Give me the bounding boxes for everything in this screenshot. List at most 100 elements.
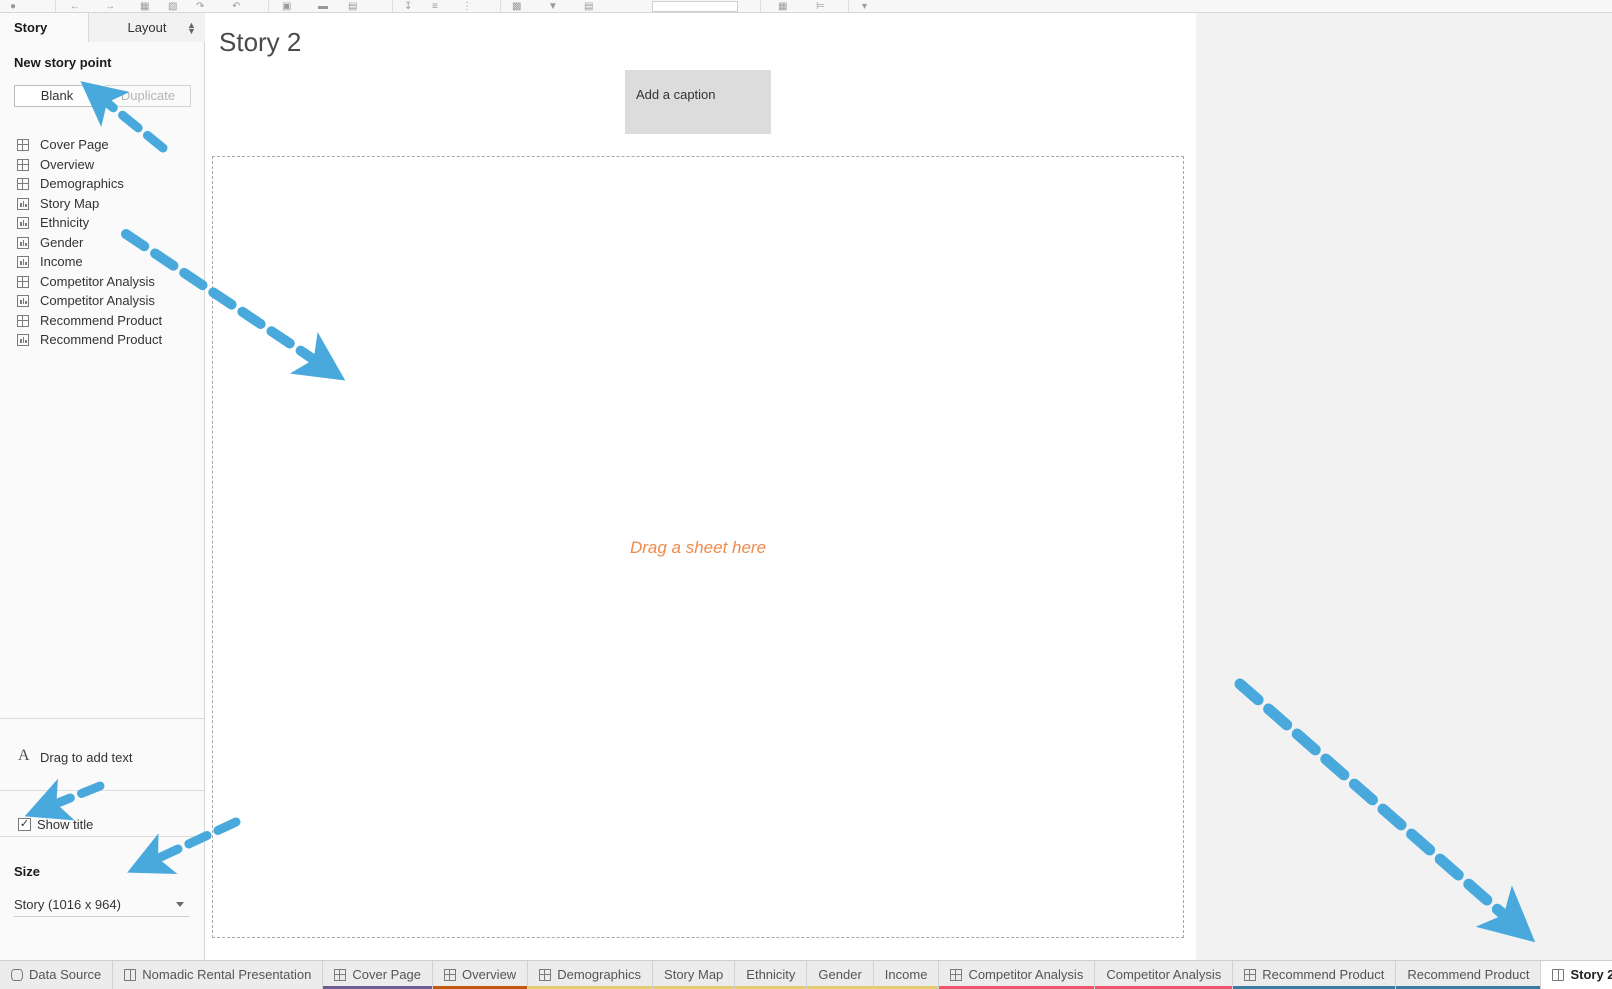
tab-label: Cover Page xyxy=(352,967,422,982)
drag-to-add-text-row[interactable]: A Drag to add text xyxy=(0,731,204,784)
page-title: Story 2 xyxy=(219,27,302,57)
worksheet-tabbar[interactable]: Data Source Nomadic Rental Presentation Co… xyxy=(0,960,1612,989)
chevron-down-icon xyxy=(176,902,184,907)
dashboard-icon xyxy=(17,139,29,151)
dashboard-icon xyxy=(539,969,552,981)
dashboard-icon xyxy=(17,158,29,171)
show-title-row[interactable]: ✓ Show title xyxy=(0,803,204,849)
tab-recommend-product[interactable]: Recommend Product xyxy=(1233,961,1397,989)
tab-story-map[interactable]: Story Map xyxy=(653,961,736,989)
dashboard-icon xyxy=(17,178,29,190)
tab-layout-label: Layout xyxy=(127,20,167,35)
worksheet-icon xyxy=(17,334,29,346)
tableau-story-window: ● ← → ▦ ▧ ↷ ↶ ▣ ▬ ▤ ↧ ≡ ⋮ ▩ ▼ ▤ ▦ ⊨ ▾ St… xyxy=(0,0,1612,989)
caption-placeholder-text: Add a caption xyxy=(636,87,716,102)
size-dropdown-value: Story (1016 x 964) xyxy=(14,897,121,912)
tab-demographics[interactable]: Demographics xyxy=(528,961,654,989)
tab-overview[interactable]: Overview xyxy=(433,961,529,989)
sheet-list-item-label: Gender xyxy=(40,234,84,250)
tab-label: Competitor Analysis xyxy=(1106,967,1222,982)
show-title-checkbox[interactable]: ✓ xyxy=(18,818,31,831)
sheet-list-item[interactable]: Income xyxy=(0,252,204,272)
story-icon xyxy=(124,969,137,981)
sheet-list-item-label: Competitor Analysis xyxy=(40,273,155,289)
tab-label: Story Map xyxy=(664,967,724,982)
drag-to-add-text-label: Drag to add text xyxy=(40,750,133,765)
sheet-list-item[interactable]: Recommend Product xyxy=(0,311,204,331)
blank-button[interactable]: Blank xyxy=(14,85,100,107)
dropzone-hint: Drag a sheet here xyxy=(629,538,767,557)
dashboard-icon xyxy=(17,314,29,327)
size-dropdown[interactable]: Story (1016 x 964) xyxy=(14,893,190,917)
tab-competitor-analysis[interactable]: Competitor Analysis xyxy=(939,961,1096,989)
duplicate-button-label: Duplicate xyxy=(120,88,176,103)
tab-story-label: Story xyxy=(14,20,48,35)
story-canvas[interactable]: Story 2 Add a caption Drag a sheet here xyxy=(205,13,1196,960)
tab-label: Income xyxy=(884,967,928,982)
data-source-icon xyxy=(11,969,23,981)
sheet-list-item[interactable]: Competitor Analysis xyxy=(0,291,204,311)
tab-label: Recommend Product xyxy=(1407,967,1530,982)
dashboard-icon xyxy=(17,275,29,288)
tab-label: Competitor Analysis xyxy=(968,967,1084,982)
tab-competitor-analysis[interactable]: Competitor Analysis xyxy=(1095,961,1234,989)
tab-recommend-product[interactable]: Recommend Product xyxy=(1396,961,1542,989)
sidebar-divider-2 xyxy=(0,790,204,791)
sheet-list-item[interactable]: Competitor Analysis xyxy=(0,272,204,292)
story-workspace: Story 2 Add a caption Drag a sheet here xyxy=(205,13,1612,960)
sheet-list-item-label: Demographics xyxy=(40,176,124,191)
sheet-list-item[interactable]: Demographics xyxy=(0,174,204,194)
dashboard-icon xyxy=(444,969,457,981)
duplicate-button[interactable]: Duplicate xyxy=(105,85,191,107)
sheet-list-item[interactable]: Ethnicity xyxy=(0,213,204,233)
tab-nomadic-rental-presentation[interactable]: Nomadic Rental Presentation xyxy=(113,961,324,989)
sidebar-tabs: Story Layout ▲ ▼ xyxy=(0,13,205,42)
sheet-list-item-label: Ethnicity xyxy=(40,215,90,230)
worksheet-icon xyxy=(17,236,29,249)
tab-label: Data Source xyxy=(29,967,102,982)
tab-layout[interactable]: Layout ▲ ▼ xyxy=(88,13,205,42)
tab-data-source[interactable]: Data Source xyxy=(0,961,114,989)
tab-story[interactable]: Story xyxy=(0,13,88,42)
story-icon xyxy=(1552,969,1565,981)
tab-gender[interactable]: Gender xyxy=(807,961,874,989)
sheet-list-item[interactable]: Recommend Product xyxy=(0,330,204,350)
text-glyph-icon: A xyxy=(18,747,30,764)
show-title-label: Show title xyxy=(37,817,94,832)
tab-story-2[interactable]: Story 2 xyxy=(1541,961,1612,989)
sheet-list-item-label: Recommend Product xyxy=(40,332,163,347)
tab-income[interactable]: Income xyxy=(873,961,940,989)
tab-cover-page[interactable]: Cover Page xyxy=(323,961,434,989)
sheet-list-item-label: Overview xyxy=(40,156,95,172)
worksheet-icon xyxy=(17,295,29,307)
tab-label: Story 2 xyxy=(1570,967,1612,982)
tab-ethnicity[interactable]: Ethnicity xyxy=(735,961,808,989)
tab-label: Nomadic Rental Presentation xyxy=(142,967,312,982)
dashboard-icon xyxy=(334,969,347,981)
dashboard-icon xyxy=(1244,969,1257,981)
tab-label: Recommend Product xyxy=(1262,967,1385,982)
sidebar-divider-3 xyxy=(0,836,204,837)
sheet-list-item[interactable]: Story Map xyxy=(0,194,204,214)
sheet-list-item[interactable]: Overview xyxy=(0,155,204,175)
story-sidebar: Story Layout ▲ ▼ New story point Blank Du… xyxy=(0,13,205,960)
size-heading: Size xyxy=(14,864,41,879)
spinner-icon: ▲ ▼ xyxy=(187,20,196,36)
tab-label: Gender xyxy=(818,967,862,982)
worksheet-icon xyxy=(17,256,29,268)
dashboard-icon xyxy=(950,969,963,981)
tab-label: Demographics xyxy=(557,967,642,982)
sheet-list: Cover Page Overview Demographics Story Map E… xyxy=(0,135,204,350)
new-story-point-label: New story point xyxy=(14,55,112,70)
sidebar-divider-1 xyxy=(0,718,204,719)
story-point-caption[interactable]: Add a caption xyxy=(625,70,771,134)
tab-label: Ethnicity xyxy=(746,967,796,982)
toolbar[interactable]: ● ← → ▦ ▧ ↷ ↶ ▣ ▬ ▤ ↧ ≡ ⋮ ▩ ▼ ▤ ▦ ⊨ ▾ xyxy=(0,0,1612,13)
sheet-list-item-label: Income xyxy=(40,254,83,269)
sheet-list-item-label: Competitor Analysis xyxy=(40,293,155,308)
sheet-dropzone[interactable]: Drag a sheet here xyxy=(212,156,1184,938)
sheet-list-item[interactable]: Cover Page xyxy=(0,135,204,155)
sheet-list-item-label: Story Map xyxy=(40,195,100,211)
blank-button-label: Blank xyxy=(40,88,74,103)
sheet-list-item[interactable]: Gender xyxy=(0,233,204,253)
